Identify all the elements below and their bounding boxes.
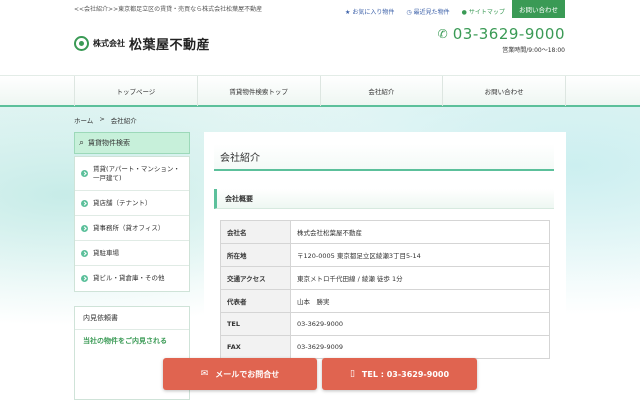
sidebar-item-parking[interactable]: 貸駐車場 [75,241,189,266]
chevron-right-icon [81,170,88,177]
site-logo[interactable]: 株式会社 松葉屋不動産 [74,34,210,53]
tel-contact-button[interactable]: ▯ TEL : 03-3629-9000 [322,358,477,390]
chevron-right-icon [81,249,88,257]
breadcrumb-current: 会社紹介 [110,117,137,125]
global-nav: トップページ 賃貸物件検索トップ 会社紹介 お問い合わせ [0,75,640,107]
row-value: 株式会社松葉屋不動産 [290,220,550,244]
company-info-table: 会社名 株式会社松葉屋不動産 所在地 〒120-0005 東京都足立区綾瀬3丁目… [220,220,550,359]
row-label: 所在地 [220,243,291,267]
row-value: 〒120-0005 東京都足立区綾瀬3丁目5-14 [290,243,550,267]
nav-item-rental-search[interactable]: 賃貸物件検索トップ [196,76,320,106]
header-phone: ✆ 03-3629-9000 [438,25,565,43]
row-label: 代表者 [220,289,291,313]
sidebar-search-title: 賃貸物件検索 [88,139,131,147]
sidebar-item-label: 貸駐車場 [93,248,119,257]
row-value: 03-3629-9000 [290,312,550,336]
chevron-right-icon [81,224,88,232]
row-value: 山本 勝実 [290,289,550,313]
envelope-icon: ✉ [200,369,209,379]
logo-mark-icon [74,36,89,51]
tel-contact-label: TEL : 03-3629-9000 [361,369,450,379]
sidebar-item-label: 賃貸(アパート・マンション・一戸建て) [93,164,180,182]
mail-contact-button[interactable]: ✉ メールでお問合せ [163,358,317,390]
nav-item-contact[interactable]: お問い合わせ [442,76,566,106]
header-contact-button[interactable]: お問い合わせ [512,0,565,18]
clock-icon: ◷ [406,9,412,16]
sitemap-link[interactable]: ● サイトマップ [462,7,505,16]
nav-item-company[interactable]: 会社紹介 [319,76,443,106]
sidebar-item-label: 貸事務所（貸オフィス） [93,223,165,232]
section-title: 会社概要 [214,189,554,209]
sidebar-item-office[interactable]: 貸事務所（貸オフィス） [75,216,189,241]
table-row: FAX 03-3629-9009 [220,335,550,359]
business-hours: 営業時間/9:00～18:00 [502,47,565,54]
phone-icon: ✆ [437,27,448,41]
nav-item-top[interactable]: トップページ [74,76,197,106]
sidebar-menu: 賃貸(アパート・マンション・一戸建て) 貸店舗（テナント） 貸事務所（貸オフィス… [74,156,190,292]
chevron-right-icon [81,275,88,282]
viewing-request-title[interactable]: 内見依頼書 [75,307,189,330]
row-value: 03-3629-9009 [290,335,550,359]
mobile-phone-icon: ▯ [349,369,355,379]
sidebar-item-label: 貸店舗（テナント） [93,198,152,207]
logo-prefix: 株式会社 [93,39,125,48]
breadcrumb-home[interactable]: ホーム [74,115,93,125]
sidebar-search-header: ⌕ 賃貸物件検索 [74,132,190,154]
row-label: TEL [220,312,291,336]
row-value: 東京メトロ千代田線 / 綾瀬 徒歩 1分 [290,266,550,290]
mail-contact-label: メールでお問合せ [215,369,280,379]
favorites-link[interactable]: ★ お気に入り物件 [345,7,394,16]
star-icon: ★ [345,9,351,16]
breadcrumb-separator: > [99,115,105,123]
bullet-icon: ● [461,9,467,16]
row-label: 交通アクセス [220,266,291,290]
row-label: FAX [220,335,291,359]
table-row: 交通アクセス 東京メトロ千代田線 / 綾瀬 徒歩 1分 [220,266,550,290]
site-tagline: <<会社紹介>>東京都足立区の賃貸・売買なら株式会社松葉屋不動産 [74,6,263,13]
viewing-request-text: 当社の物件をご内見される [83,337,167,345]
table-row: TEL 03-3629-9000 [220,312,550,336]
sidebar-item-apartment[interactable]: 賃貸(アパート・マンション・一戸建て) [75,157,189,191]
breadcrumb: ホーム > 会社紹介 [74,115,137,125]
sidebar-item-store[interactable]: 貸店舗（テナント） [75,191,189,216]
sidebar-item-label: 貸ビル・貸倉庫・その他 [93,274,165,282]
row-label: 会社名 [220,220,291,244]
site-header: <<会社紹介>>東京都足立区の賃貸・売買なら株式会社松葉屋不動産 株式会社 松葉… [0,0,640,75]
table-row: 所在地 〒120-0005 東京都足立区綾瀬3丁目5-14 [220,243,550,267]
table-row: 代表者 山本 勝実 [220,289,550,313]
chevron-right-icon [81,199,88,207]
page-title: 会社紹介 [214,144,554,171]
table-row: 会社名 株式会社松葉屋不動産 [220,220,550,244]
sidebar-item-building[interactable]: 貸ビル・貸倉庫・その他 [75,266,189,291]
recent-link[interactable]: ◷ 最近見た物件 [406,7,449,16]
header-links: ★ お気に入り物件 ◷ 最近見た物件 ● サイトマップ [345,7,505,16]
phone-number: 03-3629-9000 [452,25,565,43]
logo-name: 松葉屋不動産 [129,38,211,53]
search-icon: ⌕ [79,138,85,148]
